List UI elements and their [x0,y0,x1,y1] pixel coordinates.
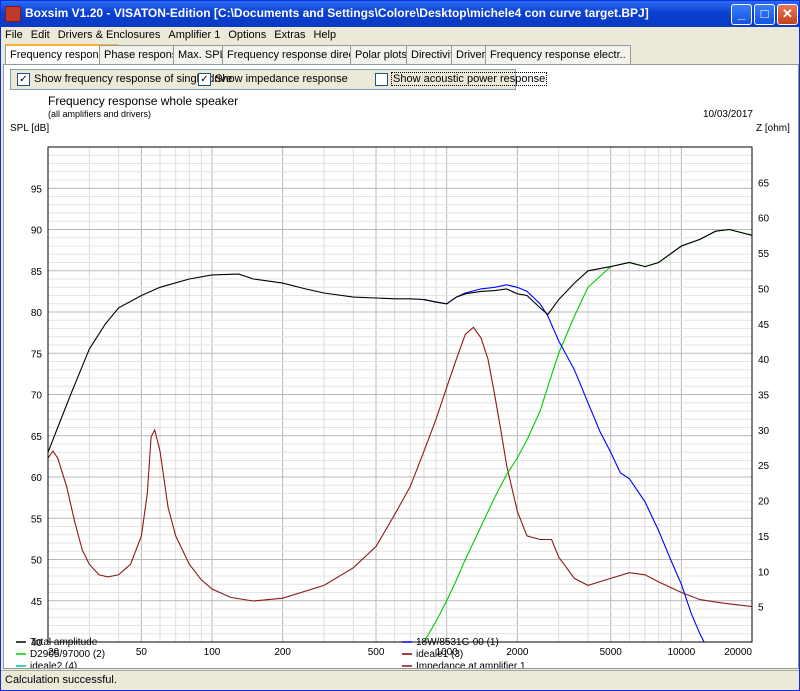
x-tick-label: 100 [204,647,221,658]
legend-label: Total amplitude [30,637,98,648]
maximize-button[interactable]: □ [754,4,775,25]
menu-bar: File Edit Drivers & Enclosures Amplifier 1O… [1,27,799,45]
y-tick-label: 60 [31,473,43,484]
y2-tick-label: 30 [758,426,770,437]
app-window: Boxsim V1.20 - VISATON-Edition [C:\Docum… [0,0,800,691]
y2-tick-label: 45 [758,320,770,331]
x-tick-label: 200 [274,647,291,658]
y-tick-label: 50 [31,556,43,567]
menu-file[interactable]: File [1,27,27,43]
y2-tick-label: 25 [758,461,770,472]
legend-label: Impedance at amplifier 1 [416,661,526,668]
acoustic-power-checkbox[interactable] [375,73,388,86]
menu-edit[interactable]: Edit [27,27,54,43]
x-tick-label: 2000 [506,647,529,658]
series-line-1 [423,284,705,643]
title-bar[interactable]: Boxsim V1.20 - VISATON-Edition [C:\Docum… [1,1,799,27]
y-tick-label: 45 [31,597,43,608]
x-tick-label: 500 [368,647,385,658]
y2-tick-label: 40 [758,355,770,366]
y-tick-label: 95 [31,184,43,195]
y2-tick-label: 35 [758,391,770,402]
y2-tick-label: 5 [758,603,764,614]
x-tick-label: 20000 [724,647,752,658]
y2-tick-label: 55 [758,249,770,260]
window-title: Boxsim V1.20 - VISATON-Edition [C:\Docum… [25,6,649,20]
tab-panel: ✓ Show frequency response of single driv… [3,64,799,672]
x-tick-label: 5000 [600,647,623,658]
y2-tick-label: 60 [758,214,770,225]
minimize-button[interactable]: _ [731,4,752,25]
y-tick-label: 85 [31,267,43,278]
menu-options[interactable]: Options [224,27,270,43]
series-line-5 [47,326,753,608]
menu-extras[interactable]: Extras [270,27,309,43]
y-tick-label: 55 [31,514,43,525]
y2-tick-label: 65 [758,178,770,189]
y2-tick-label: 20 [758,497,770,508]
y2-axis-label: Z [ohm] [756,123,790,134]
y-axis-label: SPL [dB] [10,123,49,134]
legend-label: D2905/97000 (2) [30,649,105,660]
chart-subtitle: (all amplifiers and drivers) [48,109,151,119]
acoustic-power-label[interactable]: Show acoustic power response [391,72,548,86]
single-drive-checkbox[interactable]: ✓ [17,73,30,86]
status-bar: Calculation successful. [1,670,799,690]
legend-label: 18W/8531G-00 (1) [416,637,499,648]
x-tick-label: 50 [136,647,148,658]
y-tick-label: 75 [31,349,43,360]
chart-area: Frequency response whole speaker (all am… [4,94,798,672]
menu-help[interactable]: Help [309,27,340,43]
chart-title: Frequency response whole speaker [48,95,238,108]
tab-polar-plots[interactable]: Polar plots [350,45,412,64]
y-tick-label: 65 [31,432,43,443]
menu-amplifier[interactable]: Amplifier 1 [164,27,224,43]
y2-tick-label: 15 [758,532,770,543]
options-bar: ✓ Show frequency response of single driv… [10,69,548,90]
y-tick-label: 90 [31,226,43,237]
chart-date: 10/03/2017 [703,109,753,120]
menu-drivers-enclosures[interactable]: Drivers & Enclosures [54,27,165,43]
impedance-label[interactable]: Show impedance response [215,73,348,85]
impedance-checkbox[interactable]: ✓ [198,73,211,86]
x-tick-label: 10000 [667,647,695,658]
y-tick-label: 70 [31,391,43,402]
close-button[interactable]: ✕ [777,4,798,25]
tab-strip: Frequency response. Phase response Max. … [3,44,799,65]
y-tick-label: 80 [31,308,43,319]
frequency-response-chart: Frequency response whole speaker (all am… [10,94,790,672]
status-text: Calculation successful. [5,674,117,686]
legend-label: ideale1 (3) [416,649,463,660]
y2-tick-label: 50 [758,284,770,295]
app-icon[interactable] [5,6,21,22]
tab-frequency-response-electrical[interactable]: Frequency response electr.. [485,45,631,64]
y2-tick-label: 10 [758,567,770,578]
legend-label: ideale2 (4) [30,661,77,668]
